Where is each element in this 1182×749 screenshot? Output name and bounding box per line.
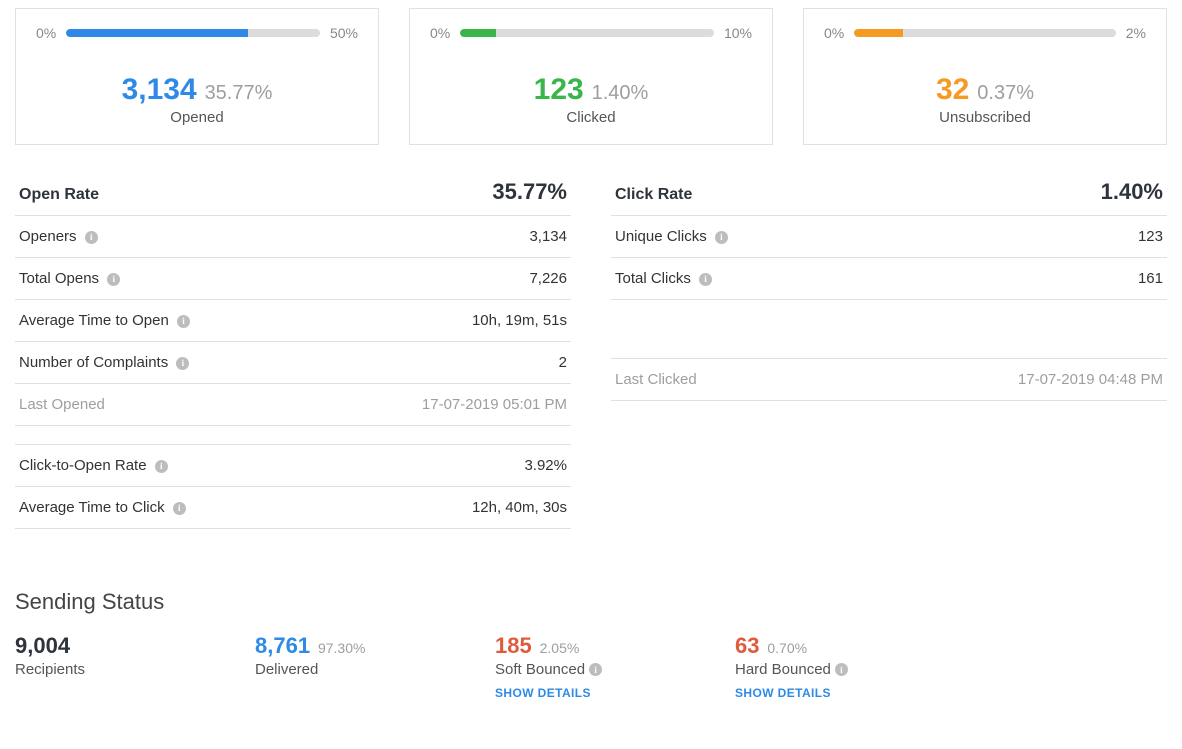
- unsub-progress-fill: [854, 29, 902, 37]
- ss-soft-bounced: 185 2.05% Soft Bounced i SHOW DETAILS: [495, 633, 735, 700]
- unsub-count: 32: [936, 73, 969, 107]
- row-avg-time-open: Average Time to Open i 10h, 19m, 51s: [15, 300, 571, 342]
- hard-bounced-show-details[interactable]: SHOW DETAILS: [735, 686, 975, 700]
- recipients-label: Recipients: [15, 661, 255, 678]
- last-opened-label: Last Opened: [19, 396, 105, 413]
- info-icon[interactable]: i: [699, 273, 712, 286]
- clicked-rate: 1.40%: [592, 82, 649, 105]
- opened-progress-min: 0%: [36, 25, 56, 41]
- opened-progress-max: 50%: [330, 25, 358, 41]
- cto-rate-label: Click-to-Open Rate: [19, 457, 147, 474]
- info-icon[interactable]: i: [715, 231, 728, 244]
- ss-hard-bounced: 63 0.70% Hard Bounced i SHOW DETAILS: [735, 633, 975, 700]
- last-clicked-value: 17-07-2019 04:48 PM: [1018, 371, 1163, 388]
- row-openers: Openers i 3,134: [15, 216, 571, 258]
- row-total-opens: Total Opens i 7,226: [15, 258, 571, 300]
- info-icon[interactable]: i: [835, 663, 848, 676]
- open-rate-title: Open Rate: [19, 186, 99, 204]
- opened-progress-fill: [66, 29, 247, 37]
- hard-bounced-label: Hard Bounced: [735, 661, 831, 678]
- row-complaints: Number of Complaints i 2: [15, 342, 571, 384]
- info-icon[interactable]: i: [589, 663, 602, 676]
- clicked-progress-min: 0%: [430, 25, 450, 41]
- sending-status-section: Sending Status 9,004 Recipients 8,761 97…: [15, 589, 1167, 700]
- summary-cards: 0% 50% 3,134 35.77% Opened 0% 10% 123 1.…: [15, 8, 1167, 145]
- openers-value: 3,134: [529, 228, 567, 245]
- clicked-label: Clicked: [430, 109, 752, 126]
- sending-status-title: Sending Status: [15, 589, 1167, 615]
- clicked-count: 123: [534, 73, 584, 107]
- opened-rate: 35.77%: [205, 82, 273, 105]
- clicked-progress-max: 10%: [724, 25, 752, 41]
- info-icon[interactable]: i: [177, 315, 190, 328]
- opened-progress: 0% 50%: [36, 25, 358, 41]
- unsub-rate: 0.37%: [977, 82, 1034, 105]
- openers-label: Openers: [19, 228, 77, 245]
- total-clicks-value: 161: [1138, 270, 1163, 287]
- delivered-pct: 97.30%: [318, 640, 365, 656]
- row-avg-time-click: Average Time to Click i 12h, 40m, 30s: [15, 487, 571, 529]
- delivered-count: 8,761: [255, 633, 310, 658]
- opened-count: 3,134: [122, 73, 197, 107]
- info-icon[interactable]: i: [85, 231, 98, 244]
- avg-time-click-value: 12h, 40m, 30s: [472, 499, 567, 516]
- delivered-label: Delivered: [255, 661, 495, 678]
- total-clicks-label: Total Clicks: [615, 270, 691, 287]
- last-clicked-label: Last Clicked: [615, 371, 697, 388]
- total-opens-label: Total Opens: [19, 270, 99, 287]
- soft-bounced-show-details[interactable]: SHOW DETAILS: [495, 686, 735, 700]
- complaints-label: Number of Complaints: [19, 354, 168, 371]
- clicked-progress: 0% 10%: [430, 25, 752, 41]
- hard-bounced-pct: 0.70%: [767, 640, 807, 656]
- row-last-opened: Last Opened 17-07-2019 05:01 PM: [15, 384, 571, 426]
- cto-rate-value: 3.92%: [524, 457, 567, 474]
- unsub-progress-max: 2%: [1126, 25, 1146, 41]
- info-icon[interactable]: i: [107, 273, 120, 286]
- row-cto-rate: Click-to-Open Rate i 3.92%: [15, 444, 571, 487]
- open-rate-value: 35.77%: [492, 179, 567, 205]
- clicked-progress-fill: [460, 29, 496, 37]
- click-rate-value: 1.40%: [1101, 179, 1163, 205]
- info-icon[interactable]: i: [176, 357, 189, 370]
- hard-bounced-count: 63: [735, 633, 759, 658]
- total-opens-value: 7,226: [529, 270, 567, 287]
- unique-clicks-label: Unique Clicks: [615, 228, 707, 245]
- opened-progress-track: [66, 29, 320, 37]
- avg-time-click-label: Average Time to Click: [19, 499, 165, 516]
- soft-bounced-label: Soft Bounced: [495, 661, 585, 678]
- soft-bounced-pct: 2.05%: [540, 640, 580, 656]
- complaints-value: 2: [559, 354, 567, 371]
- click-rate-title: Click Rate: [615, 186, 692, 204]
- avg-time-open-value: 10h, 19m, 51s: [472, 312, 567, 329]
- row-unique-clicks: Unique Clicks i 123: [611, 216, 1167, 258]
- avg-time-open-label: Average Time to Open: [19, 312, 169, 329]
- unsub-progress: 0% 2%: [824, 25, 1146, 41]
- unsub-progress-track: [854, 29, 1116, 37]
- ss-recipients: 9,004 Recipients: [15, 633, 255, 700]
- recipients-count: 9,004: [15, 633, 70, 658]
- opened-label: Opened: [36, 109, 358, 126]
- card-opened: 0% 50% 3,134 35.77% Opened: [15, 8, 379, 145]
- unsub-progress-min: 0%: [824, 25, 844, 41]
- info-icon[interactable]: i: [173, 502, 186, 515]
- click-rate-panel: Click Rate 1.40% Unique Clicks i 123 Tot…: [611, 169, 1167, 529]
- row-total-clicks: Total Clicks i 161: [611, 258, 1167, 300]
- clicked-progress-track: [460, 29, 714, 37]
- card-clicked: 0% 10% 123 1.40% Clicked: [409, 8, 773, 145]
- unsub-label: Unsubscribed: [824, 109, 1146, 126]
- unique-clicks-value: 123: [1138, 228, 1163, 245]
- last-opened-value: 17-07-2019 05:01 PM: [422, 396, 567, 413]
- soft-bounced-count: 185: [495, 633, 532, 658]
- ss-delivered: 8,761 97.30% Delivered: [255, 633, 495, 700]
- card-unsub: 0% 2% 32 0.37% Unsubscribed: [803, 8, 1167, 145]
- info-icon[interactable]: i: [155, 460, 168, 473]
- open-rate-panel: Open Rate 35.77% Openers i 3,134 Total O…: [15, 169, 571, 529]
- row-last-clicked: Last Clicked 17-07-2019 04:48 PM: [611, 358, 1167, 401]
